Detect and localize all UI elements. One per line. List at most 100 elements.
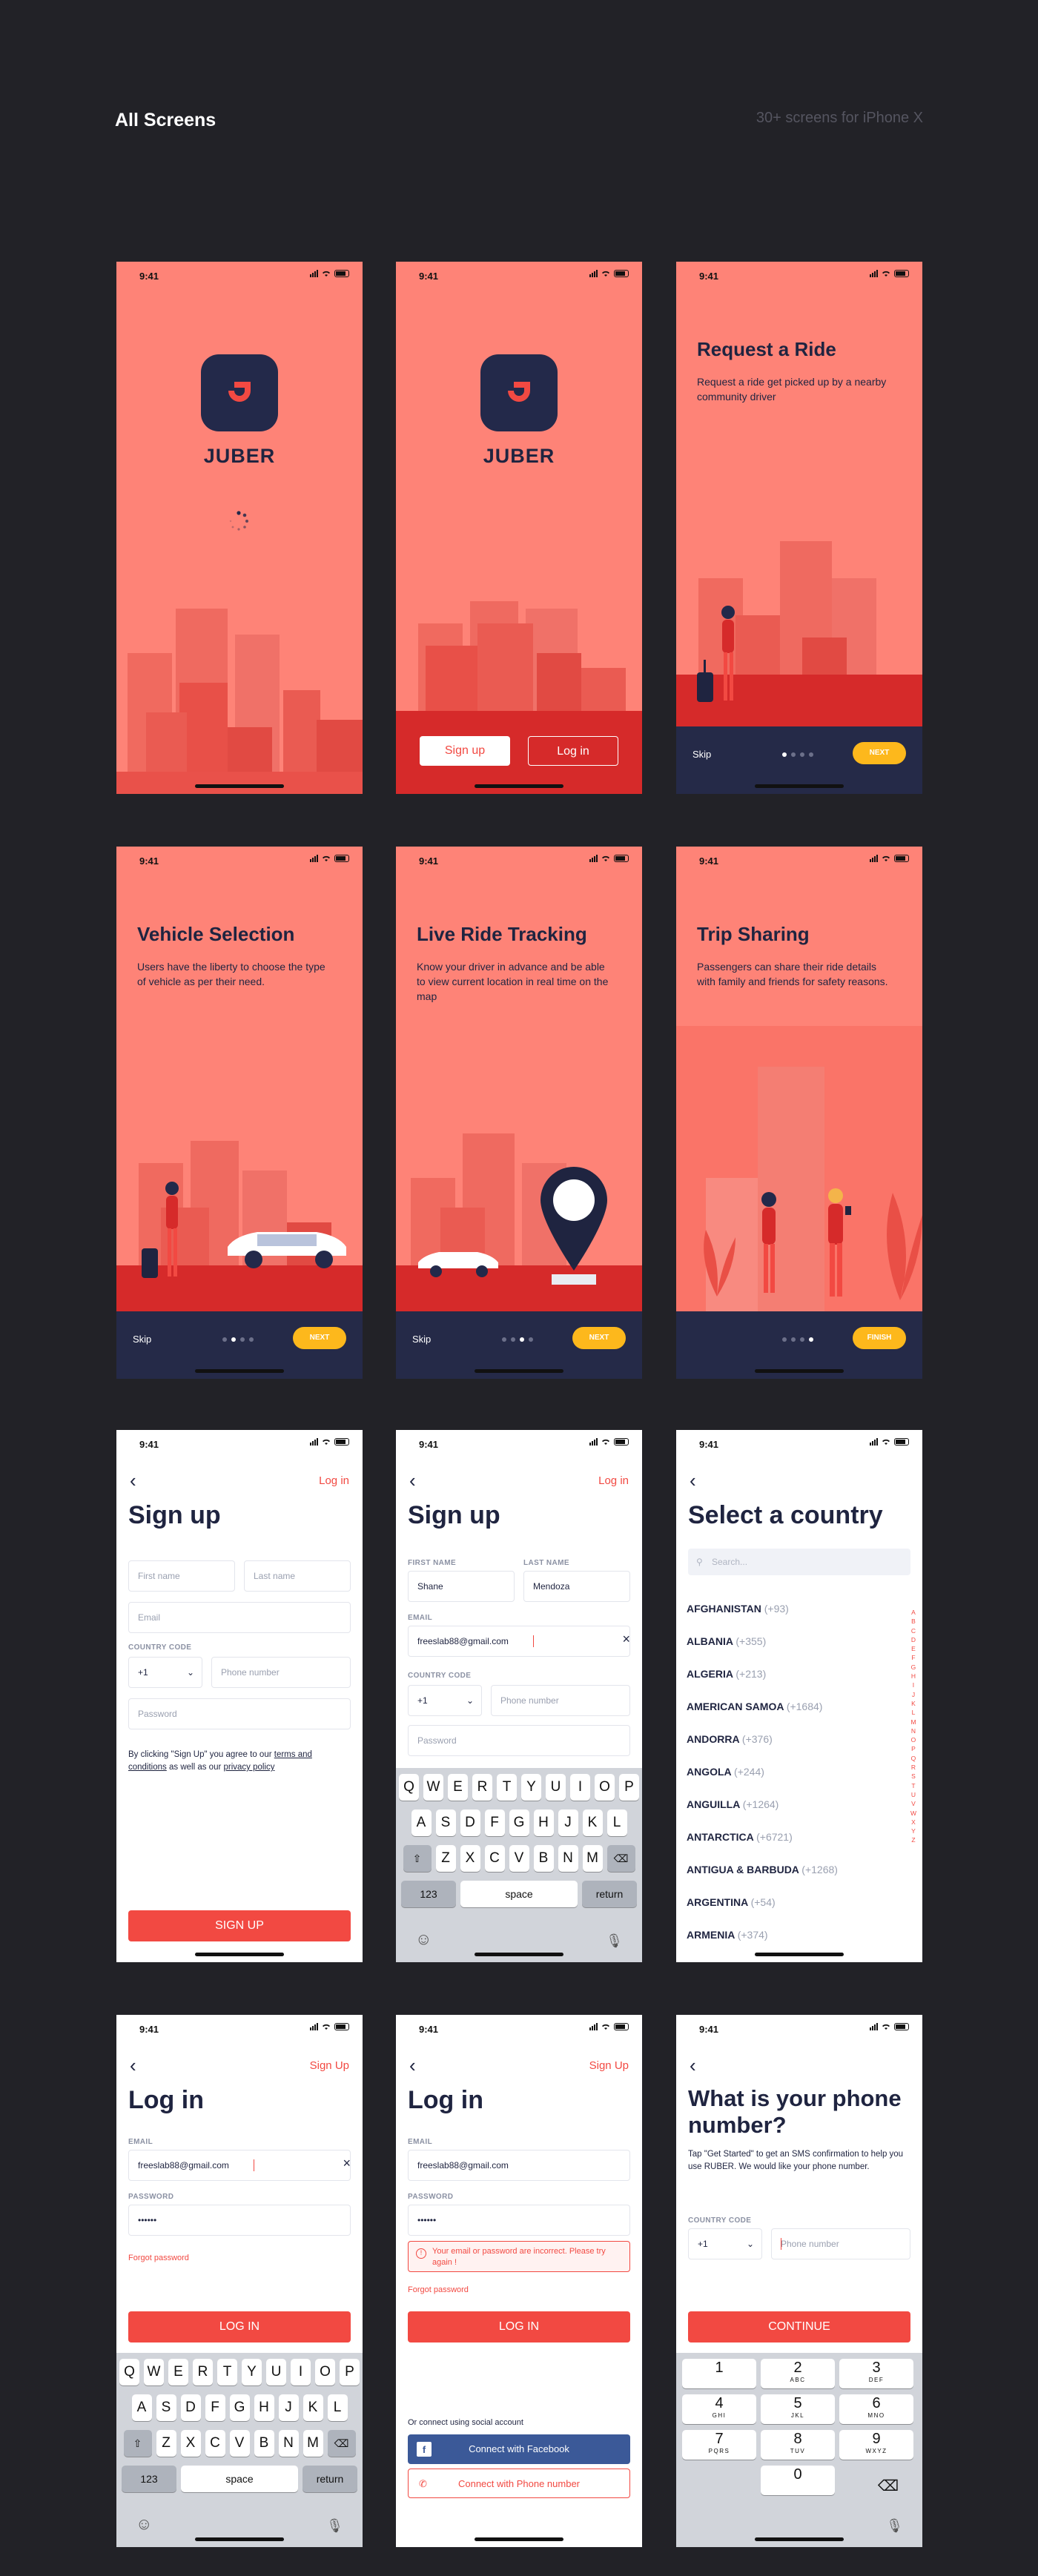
list-item[interactable]: ANDORRA (+376) xyxy=(687,1733,773,1745)
key[interactable]: I xyxy=(291,2359,311,2385)
key[interactable]: Z xyxy=(435,1845,456,1872)
key[interactable]: J xyxy=(278,2394,299,2421)
alphabet-letter[interactable]: W xyxy=(910,1809,916,1818)
key[interactable]: G xyxy=(229,2394,250,2421)
key[interactable]: F xyxy=(484,1810,505,1836)
alphabet-letter[interactable]: F xyxy=(910,1653,916,1662)
alphabet-letter[interactable]: J xyxy=(910,1690,916,1699)
emoji-icon[interactable]: ☺ xyxy=(415,1930,432,1949)
alphabet-letter[interactable]: T xyxy=(910,1781,916,1790)
numeric-key[interactable]: 8 TUV xyxy=(761,2430,835,2460)
key[interactable]: A xyxy=(411,1810,432,1836)
key[interactable]: D xyxy=(180,2394,201,2421)
signup-link[interactable]: Sign Up xyxy=(589,2059,629,2072)
last-name-field[interactable]: Last name xyxy=(244,1560,351,1592)
first-name-field[interactable]: First name xyxy=(128,1560,235,1592)
password-field[interactable]: •••••• xyxy=(408,2205,630,2236)
email-field[interactable]: freeslab88@gmail.com xyxy=(408,1626,630,1657)
return-key[interactable]: return xyxy=(303,2466,357,2492)
key[interactable]: E xyxy=(168,2359,188,2385)
back-arrow-icon[interactable]: ‹ xyxy=(409,1471,416,1490)
numeric-key[interactable]: 1 xyxy=(682,2359,756,2388)
alphabet-letter[interactable]: D xyxy=(910,1635,916,1644)
phone-field[interactable]: Phone number xyxy=(771,2228,910,2259)
key[interactable]: W xyxy=(423,1774,443,1801)
shift-icon[interactable]: ⇧ xyxy=(403,1845,432,1872)
key[interactable]: E xyxy=(448,1774,468,1801)
signup-submit-button[interactable]: SIGN UP xyxy=(128,1910,351,1941)
list-item[interactable]: ANTIGUA & BARBUDA (+1268) xyxy=(687,1864,838,1875)
finish-button[interactable]: FINISH xyxy=(853,1327,906,1349)
alphabet-letter[interactable]: P xyxy=(910,1744,916,1753)
alphabet-letter[interactable]: V xyxy=(910,1799,916,1808)
key[interactable]: Q xyxy=(399,1774,419,1801)
country-code-select[interactable]: +1 ⌄ xyxy=(128,1657,202,1688)
key[interactable]: O xyxy=(315,2359,335,2385)
numeric-key[interactable]: 3 DEF xyxy=(839,2359,913,2388)
alphabet-letter[interactable]: N xyxy=(910,1726,916,1735)
key[interactable]: H xyxy=(533,1810,554,1836)
numbers-key[interactable]: 123 xyxy=(122,2466,176,2492)
shift-icon[interactable]: ⇧ xyxy=(123,2430,152,2457)
backspace-icon[interactable]: ⌫ xyxy=(606,1845,635,1872)
list-item[interactable]: AMERICAN SAMOA (+1684) xyxy=(687,1701,822,1712)
key[interactable]: V xyxy=(229,2430,250,2457)
signup-link[interactable]: Sign Up xyxy=(310,2059,349,2072)
key[interactable]: W xyxy=(144,2359,164,2385)
key[interactable]: Z xyxy=(156,2430,176,2457)
login-link[interactable]: Log in xyxy=(319,1474,349,1487)
login-button[interactable]: Log in xyxy=(528,736,618,766)
login-link[interactable]: Log in xyxy=(598,1474,629,1487)
back-arrow-icon[interactable]: ‹ xyxy=(690,2056,696,2075)
key[interactable]: H xyxy=(254,2394,274,2421)
email-field[interactable]: freeslab88@gmail.com xyxy=(408,2150,630,2181)
alphabet-letter[interactable]: R xyxy=(910,1763,916,1772)
key[interactable]: M xyxy=(582,1845,603,1872)
password-field[interactable]: Password xyxy=(128,1698,351,1729)
list-item[interactable]: AFGHANISTAN (+93) xyxy=(687,1603,789,1615)
key[interactable]: J xyxy=(558,1810,578,1836)
key[interactable]: P xyxy=(619,1774,639,1801)
first-name-field[interactable]: Shane xyxy=(408,1571,515,1602)
key[interactable]: T xyxy=(497,1774,517,1801)
alphabet-letter[interactable]: Z xyxy=(910,1835,916,1844)
skip-link[interactable]: Skip xyxy=(133,1334,151,1345)
email-field[interactable]: freeslab88@gmail.com xyxy=(128,2150,351,2181)
key[interactable]: U xyxy=(546,1774,566,1801)
numeric-key[interactable]: 2 ABC xyxy=(761,2359,835,2388)
key[interactable]: X xyxy=(180,2430,201,2457)
alphabet-letter[interactable]: C xyxy=(910,1626,916,1635)
numeric-key[interactable]: 6 MNO xyxy=(839,2394,913,2424)
list-item[interactable]: ARGENTINA (+54) xyxy=(687,1896,776,1908)
key[interactable]: G xyxy=(509,1810,529,1836)
numeric-key[interactable]: 4 GHI xyxy=(682,2394,756,2424)
alphabet-letter[interactable]: G xyxy=(910,1663,916,1672)
country-code-select[interactable]: +1 ⌄ xyxy=(408,1685,482,1716)
key[interactable]: X xyxy=(460,1845,480,1872)
back-arrow-icon[interactable]: ‹ xyxy=(130,2056,136,2075)
numeric-key[interactable]: 5 JKL xyxy=(761,2394,835,2424)
list-item[interactable]: ANGOLA (+244) xyxy=(687,1766,764,1778)
key[interactable]: B xyxy=(533,1845,554,1872)
search-input[interactable]: ⚲ Search... xyxy=(688,1549,910,1575)
numeric-key[interactable]: 0 xyxy=(761,2466,835,2495)
login-submit-button[interactable]: LOG IN xyxy=(408,2311,630,2342)
password-field[interactable]: •••••• xyxy=(128,2205,351,2236)
login-submit-button[interactable]: LOG IN xyxy=(128,2311,351,2342)
alphabet-letter[interactable]: E xyxy=(910,1644,916,1653)
next-button[interactable]: NEXT xyxy=(293,1327,346,1349)
alphabet-letter[interactable]: B xyxy=(910,1617,916,1626)
backspace-icon[interactable]: ⌫ xyxy=(859,2471,918,2501)
key[interactable]: L xyxy=(327,2394,348,2421)
emoji-icon[interactable]: ☺ xyxy=(136,2514,152,2534)
alphabet-letter[interactable]: Q xyxy=(910,1754,916,1763)
alphabet-letter[interactable]: A xyxy=(910,1608,916,1617)
forgot-password-link[interactable]: Forgot password xyxy=(408,2285,469,2294)
key[interactable]: S xyxy=(435,1810,456,1836)
skip-link[interactable]: Skip xyxy=(412,1334,431,1345)
clear-icon[interactable]: × xyxy=(343,2156,351,2171)
phone-field[interactable]: Phone number xyxy=(491,1685,630,1716)
alphabet-letter[interactable]: X xyxy=(910,1818,916,1827)
microphone-icon[interactable]: 🎙 xyxy=(886,2518,903,2534)
alphabet-letter[interactable]: O xyxy=(910,1735,916,1744)
